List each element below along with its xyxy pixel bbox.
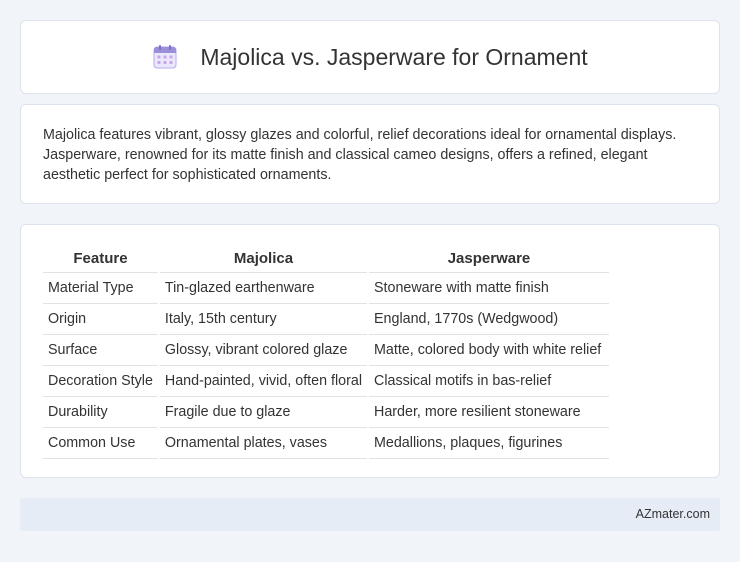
cell-feature: Decoration Style <box>43 366 158 397</box>
table-row: Material Type Tin-glazed earthenware Sto… <box>43 273 609 304</box>
cell-majolica: Ornamental plates, vases <box>159 428 367 459</box>
cell-majolica: Italy, 15th century <box>159 304 367 335</box>
table-header-row: Feature Majolica Jasperware <box>43 245 609 273</box>
cell-feature: Origin <box>43 304 158 335</box>
table-row: Surface Glossy, vibrant colored glaze Ma… <box>43 335 609 366</box>
cell-feature: Common Use <box>43 428 158 459</box>
footer-bar: AZmater.com <box>20 498 720 531</box>
cell-jasperware: Medallions, plaques, figurines <box>369 428 609 459</box>
comparison-card: Feature Majolica Jasperware Material Typ… <box>20 224 720 478</box>
cell-feature: Material Type <box>43 273 158 304</box>
header-jasperware: Jasperware <box>369 245 609 273</box>
cell-majolica: Hand-painted, vivid, often floral <box>159 366 367 397</box>
cell-majolica: Tin-glazed earthenware <box>159 273 367 304</box>
summary-card: Majolica features vibrant, glossy glazes… <box>20 104 720 204</box>
summary-text: Majolica features vibrant, glossy glazes… <box>43 127 677 183</box>
cell-jasperware: England, 1770s (Wedgwood) <box>369 304 609 335</box>
table-row: Origin Italy, 15th century England, 1770… <box>43 304 609 335</box>
cell-majolica: Glossy, vibrant colored glaze <box>159 335 367 366</box>
cell-jasperware: Harder, more resilient stoneware <box>369 397 609 428</box>
title-row: Majolica vs. Jasperware for Ornament <box>21 21 719 93</box>
footer-brand: AZmater.com <box>635 507 710 521</box>
page-title: Majolica vs. Jasperware for Ornament <box>200 43 588 70</box>
cell-feature: Surface <box>43 335 158 366</box>
cell-feature: Durability <box>43 397 158 428</box>
calendar-icon <box>152 44 178 70</box>
header-majolica: Majolica <box>159 245 367 273</box>
cell-jasperware: Matte, colored body with white relief <box>369 335 609 366</box>
header-feature: Feature <box>43 245 158 273</box>
comparison-table: Feature Majolica Jasperware Material Typ… <box>41 245 611 459</box>
table-row: Decoration Style Hand-painted, vivid, of… <box>43 366 609 397</box>
cell-jasperware: Classical motifs in bas-relief <box>369 366 609 397</box>
title-card: Majolica vs. Jasperware for Ornament <box>20 20 720 94</box>
cell-majolica: Fragile due to glaze <box>159 397 367 428</box>
table-row: Common Use Ornamental plates, vases Meda… <box>43 428 609 459</box>
table-row: Durability Fragile due to glaze Harder, … <box>43 397 609 428</box>
cell-jasperware: Stoneware with matte finish <box>369 273 609 304</box>
